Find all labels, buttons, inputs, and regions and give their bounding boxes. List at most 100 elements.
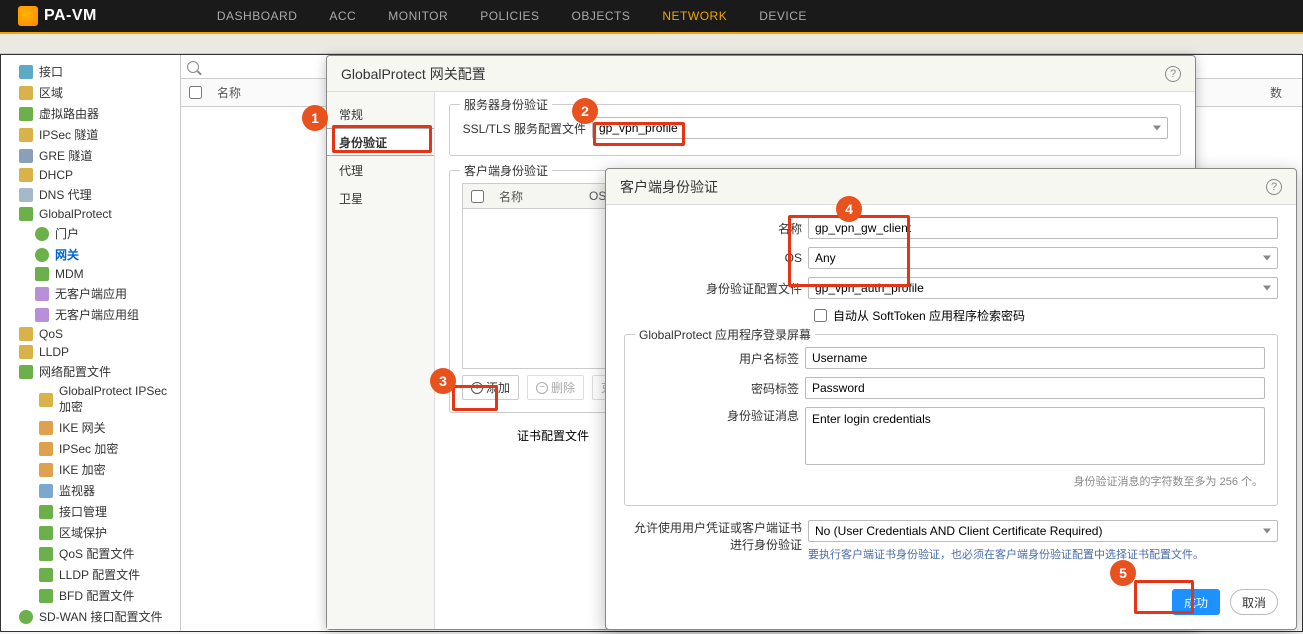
side-gp-clientless[interactable]: 无客户端应用 [1, 283, 180, 304]
help-icon[interactable]: ? [1165, 66, 1181, 82]
side-ifmgmt[interactable]: 接口管理 [1, 501, 180, 522]
side-label: 接口管理 [59, 503, 107, 520]
side-label: DNS 代理 [39, 186, 92, 203]
plus-icon [471, 382, 483, 394]
side-gpipsec[interactable]: GlobalProtect IPSec 加密 [1, 382, 180, 417]
side-dhcp[interactable]: DHCP [1, 166, 180, 184]
side-gp-mdm[interactable]: MDM [1, 265, 180, 283]
side-gre[interactable]: GRE 隧道 [1, 145, 180, 166]
side-ikegw[interactable]: IKE 网关 [1, 417, 180, 438]
side-qos[interactable]: QoS [1, 325, 180, 343]
side-label: 区域保护 [59, 524, 107, 541]
username-label-input[interactable]: Username [805, 347, 1265, 369]
topbar: PA-VM DASHBOARD ACC MONITOR POLICIES OBJ… [0, 0, 1303, 34]
delete-label: 删除 [551, 379, 575, 396]
side-lldpprofile[interactable]: LLDP 配置文件 [1, 564, 180, 585]
tab-proxy[interactable]: 代理 [327, 156, 434, 184]
auth-profile-select[interactable]: gp_vpn_auth_profile [808, 277, 1278, 299]
ssl-profile-select[interactable]: gp_vpn_profile [592, 117, 1168, 139]
add-label: 添加 [486, 379, 510, 396]
softtoken-checkbox[interactable] [814, 309, 827, 322]
client-select-all[interactable] [471, 190, 484, 203]
tab-auth[interactable]: 身份验证 [327, 128, 434, 156]
user-label: 用户名标签 [637, 350, 805, 367]
side-label: 无客户端应用 [55, 285, 127, 302]
side-label: 虚拟路由器 [39, 105, 99, 122]
tab-satellite[interactable]: 卫星 [327, 184, 434, 212]
search-icon[interactable] [187, 61, 199, 73]
side-bfd[interactable]: BFD 配置文件 [1, 585, 180, 606]
side-label: IPSec 加密 [59, 440, 118, 457]
side-sdwan[interactable]: SD-WAN 接口配置文件 [1, 606, 180, 627]
nav-dashboard[interactable]: DASHBOARD [217, 9, 298, 23]
side-dnsproxy[interactable]: DNS 代理 [1, 184, 180, 205]
logo: PA-VM [18, 6, 97, 26]
side-gp-clientless-group[interactable]: 无客户端应用组 [1, 304, 180, 325]
delete-button[interactable]: 删除 [527, 375, 584, 400]
col-name: 名称 [491, 188, 581, 205]
side-qosprofile[interactable]: QoS 配置文件 [1, 543, 180, 564]
nav-policies[interactable]: POLICIES [480, 9, 539, 23]
allow-label: 允许使用用户凭证或客户端证书进行身份验证 [624, 520, 808, 554]
password-label-input[interactable]: Password [805, 377, 1265, 399]
side-vrouter[interactable]: 虚拟路由器 [1, 103, 180, 124]
name-input[interactable]: gp_vpn_gw_client [808, 217, 1278, 239]
side-label: 接口 [39, 63, 63, 80]
side-label: IPSec 隧道 [39, 126, 98, 143]
chevron-down-icon [1153, 126, 1161, 131]
auth-message-input[interactable]: Enter login credentials [805, 407, 1265, 465]
nav-device[interactable]: DEVICE [759, 9, 807, 23]
side-label: 区域 [39, 84, 63, 101]
side-label: QoS [39, 327, 63, 341]
cancel-button[interactable]: 取消 [1230, 589, 1278, 615]
allow-select[interactable]: No (User Credentials AND Client Certific… [808, 520, 1278, 542]
side-ipsec[interactable]: IPSec 隧道 [1, 124, 180, 145]
nav-network[interactable]: NETWORK [662, 9, 727, 23]
side-gp-gateway[interactable]: 网关 [1, 244, 180, 265]
tab-general[interactable]: 常规 [327, 100, 434, 128]
minus-icon [536, 382, 548, 394]
side-monitor[interactable]: 监视器 [1, 480, 180, 501]
side-interfaces[interactable]: 接口 [1, 61, 180, 82]
side-netprofiles[interactable]: 网络配置文件 [1, 361, 180, 382]
pass-value: Password [812, 381, 865, 395]
name-value: gp_vpn_gw_client [815, 221, 911, 235]
auth-label: 身份验证配置文件 [624, 280, 808, 297]
user-value: Username [812, 351, 867, 365]
dialog2-title: 客户端身份验证 [620, 177, 718, 197]
side-label: BFD 配置文件 [59, 587, 134, 604]
os-label: OS [624, 251, 808, 265]
side-ipsec-crypto[interactable]: IPSec 加密 [1, 438, 180, 459]
side-lldp[interactable]: LLDP [1, 343, 180, 361]
nav-objects[interactable]: OBJECTS [572, 9, 631, 23]
os-select[interactable]: Any [808, 247, 1278, 269]
side-label: MDM [55, 267, 84, 281]
msg-value: Enter login credentials [812, 412, 931, 426]
side-gp[interactable]: GlobalProtect [1, 205, 180, 223]
side-label: LLDP 配置文件 [59, 566, 140, 583]
col-count: 数 [1262, 84, 1302, 101]
help-icon[interactable]: ? [1266, 179, 1282, 195]
side-label: 网络配置文件 [39, 363, 111, 380]
ok-button[interactable]: 成功 [1172, 589, 1220, 615]
side-label: SD-WAN 接口配置文件 [39, 608, 163, 625]
side-label: 无客户端应用组 [55, 306, 139, 323]
auth-value: gp_vpn_auth_profile [815, 281, 924, 295]
dialog1-titlebar: GlobalProtect 网关配置 ? [327, 56, 1195, 92]
ssl-label: SSL/TLS 服务配置文件 [462, 120, 592, 137]
server-auth-fieldset: 服务器身份验证 SSL/TLS 服务配置文件 gp_vpn_profile [449, 104, 1181, 156]
nav-monitor[interactable]: MONITOR [388, 9, 448, 23]
badge-1: 1 [302, 105, 328, 131]
side-zones[interactable]: 区域 [1, 82, 180, 103]
server-auth-title: 服务器身份验证 [460, 96, 552, 113]
side-zoneprotect[interactable]: 区域保护 [1, 522, 180, 543]
side-label: IKE 网关 [59, 419, 106, 436]
badge-5: 5 [1110, 560, 1136, 586]
select-all-checkbox[interactable] [189, 86, 202, 99]
nav-acc[interactable]: ACC [329, 9, 356, 23]
add-button[interactable]: 添加 [462, 375, 519, 400]
side-ike-crypto[interactable]: IKE 加密 [1, 459, 180, 480]
side-gp-portal[interactable]: 门户 [1, 223, 180, 244]
side-label: QoS 配置文件 [59, 545, 134, 562]
side-label: GRE 隧道 [39, 147, 92, 164]
